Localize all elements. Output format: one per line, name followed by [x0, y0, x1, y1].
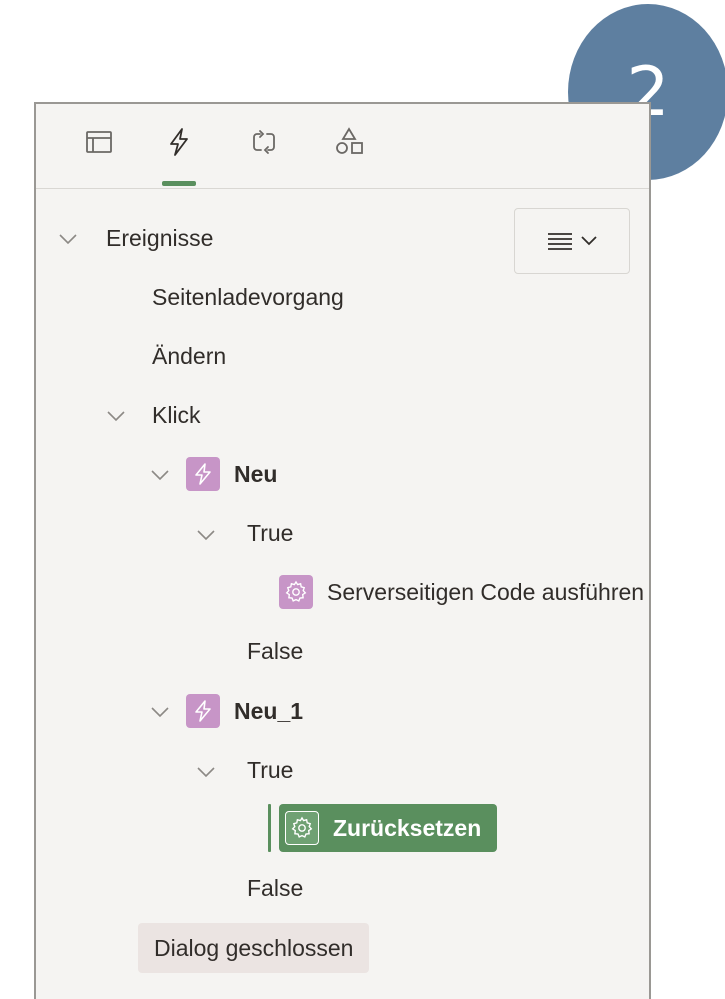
- action-badge: [279, 575, 313, 609]
- lightning-icon: [195, 700, 211, 722]
- tree-node-action-reset-selected[interactable]: Zurücksetzen: [279, 804, 498, 852]
- tab-processing[interactable]: [241, 126, 287, 186]
- tree-node-true[interactable]: True: [247, 509, 293, 557]
- panel-tabs: [36, 104, 649, 189]
- action-badge: [285, 811, 319, 845]
- dynamic-action-badge: [186, 457, 220, 491]
- tree-node-label: Seitenladevorgang: [152, 283, 344, 310]
- lightning-icon: [195, 463, 211, 485]
- shapes-icon: [336, 127, 363, 154]
- tree-node-dynamic-action-neu[interactable]: Neu: [186, 450, 277, 498]
- tree-node-label: True: [247, 756, 294, 783]
- chevron-down-icon[interactable]: [150, 468, 170, 482]
- tree-node-false[interactable]: False: [247, 864, 303, 912]
- chevron-down-icon[interactable]: [196, 528, 216, 542]
- tree-node-label: Zurücksetzen: [333, 814, 482, 841]
- tree-node-label: True: [247, 519, 294, 546]
- tree-node-page-load[interactable]: Seitenladevorgang: [152, 273, 344, 321]
- tree-node-action-server-code[interactable]: Serverseitigen Code ausführen: [279, 568, 644, 616]
- tree-node-click[interactable]: Klick: [152, 391, 201, 439]
- refresh-icon: [253, 130, 275, 154]
- dynamic-action-badge: [186, 694, 220, 728]
- tree-node-label: Serverseitigen Code ausführen: [327, 578, 645, 605]
- chevron-down-icon: [581, 236, 597, 246]
- tree-node-dynamic-action-neu-1[interactable]: Neu_1: [186, 687, 303, 735]
- tree-node-label: Neu: [234, 460, 278, 487]
- tree-node-change[interactable]: Ändern: [152, 332, 226, 380]
- gear-icon: [285, 580, 307, 602]
- tree-node-label: False: [247, 637, 304, 664]
- tree-node-label: Neu_1: [234, 697, 304, 724]
- gear-icon: [291, 816, 313, 838]
- tab-shared-components[interactable]: [326, 126, 372, 186]
- tree-node-dialog-closed[interactable]: Dialog geschlossen: [138, 923, 370, 973]
- lightning-icon: [170, 128, 188, 156]
- tab-dynamic-actions[interactable]: [156, 126, 202, 186]
- tree-node-label: Klick: [152, 401, 201, 428]
- active-tab-indicator: [162, 181, 196, 186]
- tree-node-true[interactable]: True: [247, 746, 293, 794]
- tree-node-label: Ändern: [152, 342, 227, 369]
- tree-node-false[interactable]: False: [247, 627, 303, 675]
- chevron-down-icon[interactable]: [106, 409, 126, 423]
- tree-node-label: Ereignisse: [106, 224, 214, 251]
- list-icon: [548, 233, 572, 250]
- tree-node-label: False: [247, 874, 304, 901]
- tree-node-label: Dialog geschlossen: [154, 934, 354, 961]
- chevron-down-icon[interactable]: [150, 705, 170, 719]
- chevron-down-icon[interactable]: [196, 765, 216, 779]
- tree-node-events[interactable]: Ereignisse: [106, 214, 213, 262]
- selection-indicator: [268, 804, 271, 852]
- chevron-down-icon[interactable]: [58, 232, 78, 246]
- layout-icon: [86, 131, 112, 153]
- tab-rendering[interactable]: [76, 126, 122, 186]
- tree-panel: Ereignisse Seitenladevorgang Ändern Klic…: [34, 102, 651, 999]
- tree-menu-button[interactable]: [514, 208, 630, 274]
